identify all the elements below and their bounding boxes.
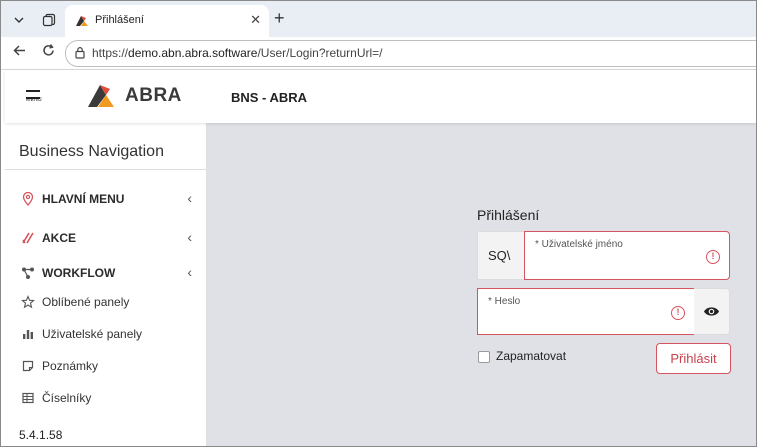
hamburger-line [26,90,40,92]
menu-label: MENU [26,97,42,103]
abra-logo[interactable]: ABRA [88,84,182,108]
reload-icon[interactable] [41,43,56,62]
sidebar-item-akce[interactable]: AKCE ‹ [5,225,206,251]
error-icon: ! [706,250,720,264]
eye-icon [704,307,719,316]
collections-icon[interactable] [37,8,61,32]
chevron-left-icon[interactable]: ‹ [187,264,192,280]
note-icon [22,360,34,372]
chevron-left-icon[interactable]: ‹ [187,190,192,206]
hamburger-menu-button[interactable]: MENU [26,88,42,103]
remember-checkbox[interactable] [478,351,490,363]
abra-favicon-icon [76,16,88,26]
sidebar-item-ciselniky[interactable]: Číselníky [5,385,206,411]
company-name: BNS - ABRA [231,90,308,105]
back-arrow-icon[interactable] [12,43,27,62]
logo-text: ABRA [125,85,182,106]
sidebar-item-label: Poznámky [42,359,99,373]
tab-list-chevron-icon[interactable] [7,8,31,32]
main-content: Přihlášení SQ\ * Uživatelské jméno ! * H… [207,123,756,446]
sidebar-item-hlavni-menu[interactable]: HLAVNÍ MENU ‹ [5,186,206,212]
password-label: * Heslo [488,296,521,307]
username-label: * Uživatelské jméno [535,239,623,250]
show-password-button[interactable] [694,288,730,335]
chevron-left-icon[interactable]: ‹ [187,229,192,245]
sidebar-item-oblibene-panely[interactable]: Oblíbené panely [5,289,206,315]
url-field[interactable]: https://demo.abn.abra.software/User/Logi… [65,40,756,67]
url-host: demo.abn.abra.software [128,46,258,60]
tab-login[interactable]: Přihlášení ✕ [65,5,269,37]
sidebar-item-poznamky[interactable]: Poznámky [5,353,206,379]
sidebar: Business Navigation HLAVNÍ MENU ‹ AKCE ‹… [5,123,207,446]
url-text: https://demo.abn.abra.software/User/Logi… [92,46,383,60]
new-tab-plus-icon[interactable]: + [274,9,285,27]
error-icon: ! [671,306,685,320]
login-button[interactable]: Přihlásit [656,343,731,374]
sidebar-item-label: AKCE [42,231,77,245]
sidebar-item-label: Oblíbené panely [42,295,130,309]
remember-label: Zapamatovat [496,349,567,363]
version-label: 5.4.1.58 [19,428,63,442]
sidebar-item-workflow[interactable]: WORKFLOW ‹ [5,260,206,286]
app-header: MENU ABRA BNS - ABRA [5,70,756,123]
url-prefix: https:// [92,46,129,60]
slash-icon [22,232,34,244]
login-title: Přihlášení [477,207,540,223]
sidebar-item-uzivatelske-panely[interactable]: Uživatelské panely [5,321,206,347]
sidebar-item-label: WORKFLOW [42,266,116,280]
bar-chart-icon [23,330,33,339]
browser-window: Přihlášení ✕ + https://demo.abn.abra.sof… [0,0,757,447]
domain-prefix-text: SQ\ [488,248,511,263]
lock-icon[interactable] [74,46,86,59]
tab-title: Přihlášení [95,14,144,26]
address-bar: https://demo.abn.abra.software/User/Logi… [1,37,756,70]
table-icon [22,392,34,404]
username-field[interactable]: * Uživatelské jméno ! [524,231,730,280]
url-path: /User/Login?returnUrl=/ [257,46,383,60]
sidebar-divider [5,169,206,170]
location-pin-icon [22,192,34,206]
sidebar-item-label: Uživatelské panely [42,327,143,341]
close-tab-icon[interactable]: ✕ [250,12,261,28]
sidebar-item-label: Číselníky [42,391,92,405]
sidebar-item-label: HLAVNÍ MENU [42,192,125,206]
domain-prefix: SQ\ [477,231,524,280]
workflow-icon [22,267,34,279]
sidebar-title: Business Navigation [19,143,164,160]
tab-strip: Přihlášení ✕ + [1,1,756,37]
abra-logo-icon [88,85,114,107]
password-field[interactable]: * Heslo ! [477,288,695,335]
star-icon [21,295,35,309]
